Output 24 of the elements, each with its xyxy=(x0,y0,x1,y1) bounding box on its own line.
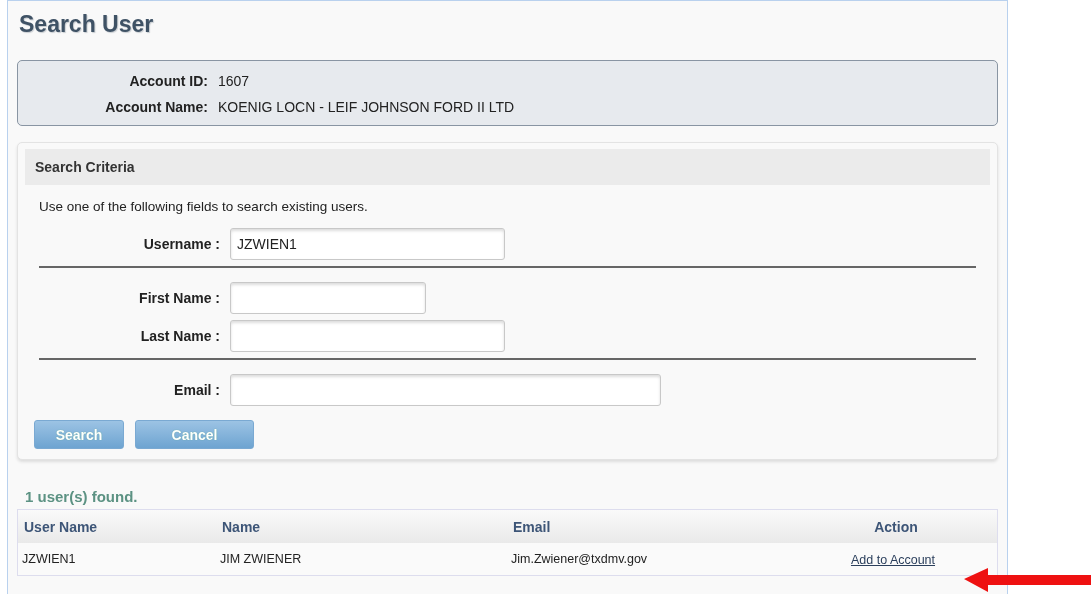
field-label: Last Name : xyxy=(140,328,220,344)
page-title: Search User xyxy=(19,11,154,38)
add-to-account-link[interactable]: Add to Account xyxy=(850,553,936,567)
input-field[interactable] xyxy=(230,374,661,406)
field-label: Username : xyxy=(143,236,220,252)
account-value: 1607 xyxy=(218,73,251,89)
account-value: KOENIG LOCN - LEIF JOHNSON FORD II LTD xyxy=(218,99,516,115)
input-field[interactable]: JZWIEN1 xyxy=(230,228,505,260)
table-cell-text: Jim.Zwiener@txdmv.gov xyxy=(510,552,649,566)
account-label: Account Name: xyxy=(105,99,208,115)
field-label: First Name : xyxy=(139,290,220,306)
column-header: User Name xyxy=(23,518,99,535)
column-header: Email xyxy=(512,518,552,535)
table-cell-text: JZWIEN1 xyxy=(21,552,77,566)
section-header: Search Criteria xyxy=(25,149,990,185)
column-header: Action xyxy=(873,518,919,535)
instructions-text: Use one of the following fields to search existing users. xyxy=(39,199,369,214)
results-summary: 1 user(s) found. xyxy=(25,488,139,505)
account-label: Account ID: xyxy=(129,73,208,89)
field-label: Email : xyxy=(174,382,220,398)
table-cell-text: JIM ZWIENER xyxy=(219,552,303,566)
column-header: Name xyxy=(221,518,262,535)
input-field[interactable] xyxy=(230,282,426,314)
input-field[interactable] xyxy=(230,320,505,352)
